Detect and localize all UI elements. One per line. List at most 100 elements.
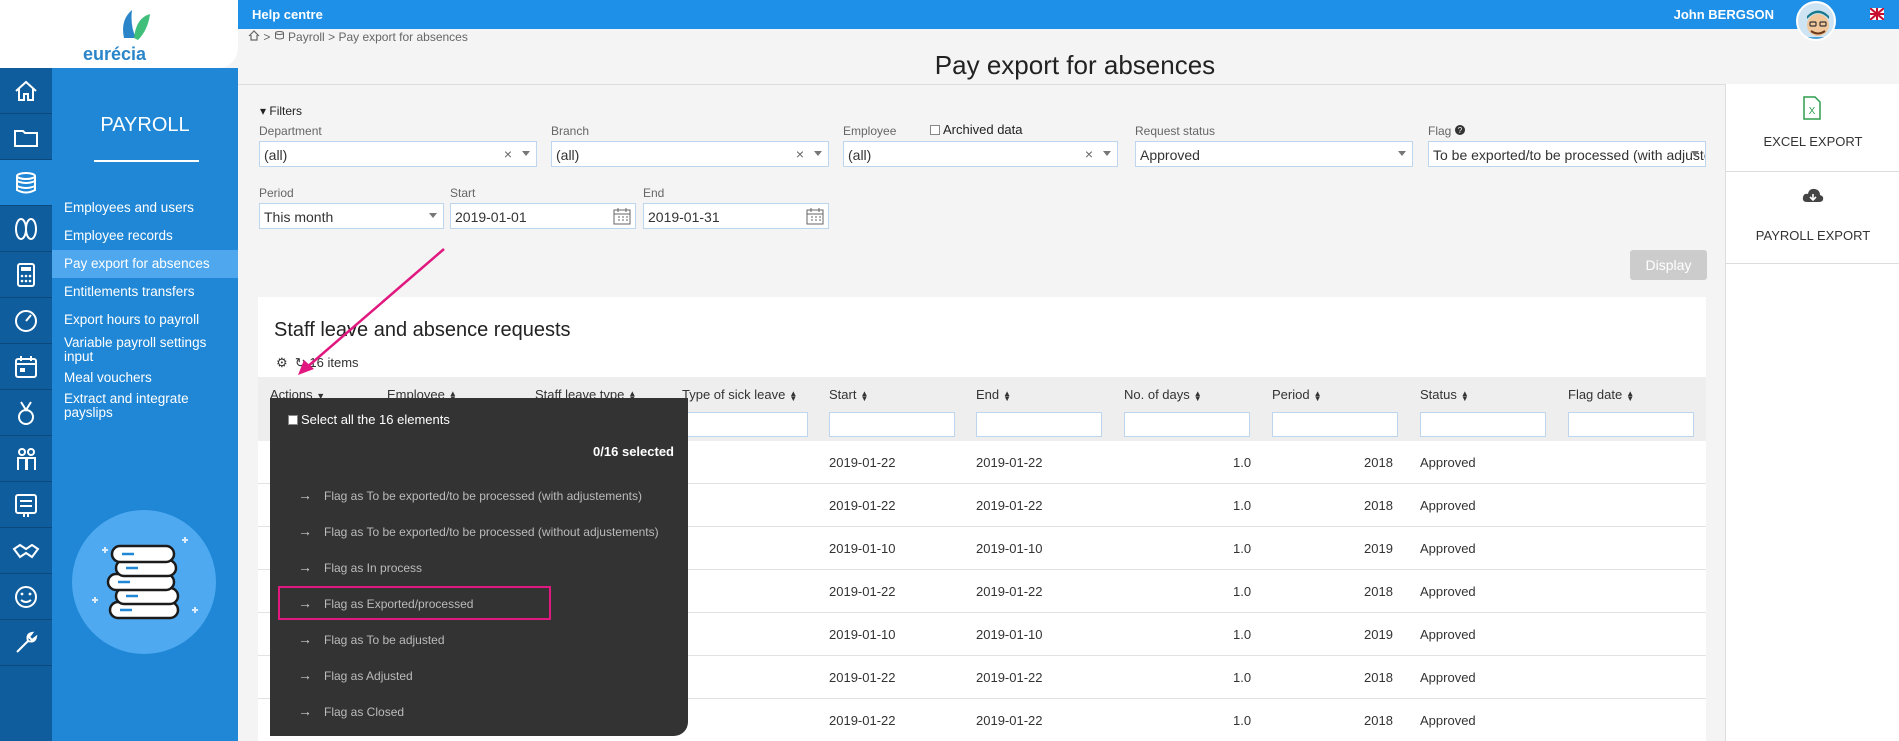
clear-icon[interactable]: × [504,146,512,162]
employee-select[interactable]: (all) × [843,141,1118,167]
cell-period: 2019 [1364,541,1393,556]
chevron-down-icon[interactable] [522,151,530,156]
col-label: End [976,387,1000,402]
handshake-icon[interactable] [0,528,52,574]
cell-end: 2019-01-10 [976,541,1043,556]
flip-flops-icon[interactable] [0,206,52,252]
filters-toggle[interactable]: ▾ Filters [260,104,302,118]
col-start[interactable]: Start ▲ ▼ [829,387,868,402]
wrench-icon[interactable] [0,620,52,666]
avatar[interactable] [1796,1,1836,41]
col-label: Type of sick leave [682,387,786,402]
col-flag-date[interactable]: Flag date ▲ ▼ [1568,387,1634,402]
excel-export-label: EXCEL EXPORT [1763,134,1863,149]
coins-icon[interactable] [0,160,52,206]
calendar-icon[interactable] [806,207,824,225]
sidebar-item-pay-export-absences[interactable]: Pay export for absences [52,250,238,278]
filter-days-input[interactable] [1124,412,1250,437]
cell-start: 2019-01-22 [829,498,896,513]
chevron-down-icon[interactable] [1691,151,1699,156]
filter-period-input[interactable] [1272,412,1398,437]
smiley-icon[interactable] [0,574,52,620]
page-title: Pay export for absences [934,50,1216,80]
home-icon[interactable] [0,68,52,114]
sidebar-item-employee-records[interactable]: Employee records [52,222,238,250]
archived-label: Archived data [943,122,1023,137]
filter-end-input[interactable] [976,412,1102,437]
action-flag-adjusted[interactable]: → Flag as Adjusted [298,667,413,683]
select-all-checkbox[interactable]: Select all the 16 elements [288,412,450,427]
user-name[interactable]: John BERGSON [1674,7,1774,22]
folder-icon[interactable] [0,114,52,160]
action-flag-in-process[interactable]: → Flag as In process [298,559,422,575]
checkbox-icon[interactable] [288,415,298,425]
medal-icon[interactable] [0,390,52,436]
eurecia-logo[interactable]: eurécia [0,0,238,68]
start-date-value: 2019-01-01 [455,209,527,225]
sidebar-item-payslips[interactable]: Extract and integrate payslips [52,392,238,420]
start-date-input[interactable]: 2019-01-01 [450,203,636,229]
end-date-input[interactable]: 2019-01-31 [643,203,829,229]
uk-flag-icon[interactable] [1870,8,1884,20]
start-label: Start [450,186,476,200]
action-flag-closed[interactable]: → Flag as Closed [298,703,404,719]
refresh-icon[interactable]: ↻ [295,355,306,370]
filter-sick-leave-input[interactable] [682,412,808,437]
checkbox-icon[interactable] [930,125,940,135]
flag-value: To be exported/to be processed (with adj… [1433,147,1705,163]
flag-select[interactable]: To be exported/to be processed (with adj… [1428,141,1706,167]
sidebar-item-export-hours[interactable]: Export hours to payroll [52,306,238,334]
home-breadcrumb-icon[interactable] [248,30,260,41]
breadcrumb-sep: > [328,30,336,44]
filter-start-input[interactable] [829,412,955,437]
dashboard-icon[interactable] [0,298,52,344]
period-select[interactable]: This month [259,203,444,229]
col-end[interactable]: End ▲ ▼ [976,387,1011,402]
calendar-icon[interactable] [0,344,52,390]
help-icon[interactable]: ? [1454,125,1465,135]
chevron-down-icon[interactable] [1103,151,1111,156]
chevron-down-icon[interactable] [1398,151,1406,156]
help-centre-link[interactable]: Help centre [252,7,323,22]
branch-select[interactable]: (all) × [551,141,829,167]
chevron-down-icon[interactable] [429,213,437,218]
col-sick-leave-type[interactable]: Type of sick leave ▲ ▼ [682,387,797,402]
filter-flag-date-input[interactable] [1568,412,1694,437]
cell-start: 2019-01-22 [829,584,896,599]
action-flag-to-be-adjusted[interactable]: → Flag as To be adjusted [298,631,445,647]
col-status[interactable]: Status ▲ ▼ [1420,387,1469,402]
action-label: Flag as Adjusted [324,669,413,683]
calendar-icon[interactable] [613,207,631,225]
checklist-icon[interactable] [0,482,52,528]
request-status-select[interactable]: Approved [1135,141,1413,167]
actions-dropdown: Select all the 16 elements 0/16 selected… [270,398,688,736]
excel-export-button[interactable]: X EXCEL EXPORT [1726,84,1899,172]
gear-icon[interactable]: ⚙ [276,355,288,370]
action-flag-to-export-with-adj[interactable]: → Flag as To be exported/to be processed … [298,487,642,503]
archived-data-checkbox[interactable]: Archived data [930,122,1023,137]
sidebar-item-variable-payroll[interactable]: Variable payroll settings input [52,334,238,364]
clear-icon[interactable]: × [796,146,804,162]
breadcrumb-payroll[interactable]: Payroll [288,30,325,44]
clear-icon[interactable]: × [1085,146,1093,162]
sidebar-item-meal-vouchers[interactable]: Meal vouchers [52,364,238,392]
action-label: Flag as To be exported/to be processed (… [324,489,642,503]
sidebar-item-employees-and-users[interactable]: Employees and users [52,194,238,222]
department-select[interactable]: (all) × [259,141,537,167]
action-flag-to-export-without-adj[interactable]: → Flag as To be exported/to be processed … [298,523,659,539]
divider [238,84,1899,85]
col-period[interactable]: Period ▲ ▼ [1272,387,1322,402]
display-button[interactable]: Display [1630,250,1707,280]
people-icon[interactable] [0,436,52,482]
col-days[interactable]: No. of days ▲ ▼ [1124,387,1202,402]
chevron-down-icon[interactable] [814,151,822,156]
cell-status: Approved [1420,584,1476,599]
filter-status-input[interactable] [1420,412,1546,437]
cell-days: 1.0 [1233,541,1252,556]
arrow-right-icon: → [298,487,312,503]
payroll-export-button[interactable]: PAYROLL EXPORT [1726,172,1899,264]
sidebar-item-entitlements-transfers[interactable]: Entitlements transfers [52,278,238,306]
sort-icon: ▲▼ [860,388,869,403]
cell-days: 1.0 [1233,584,1252,599]
calculator-icon[interactable] [0,252,52,298]
